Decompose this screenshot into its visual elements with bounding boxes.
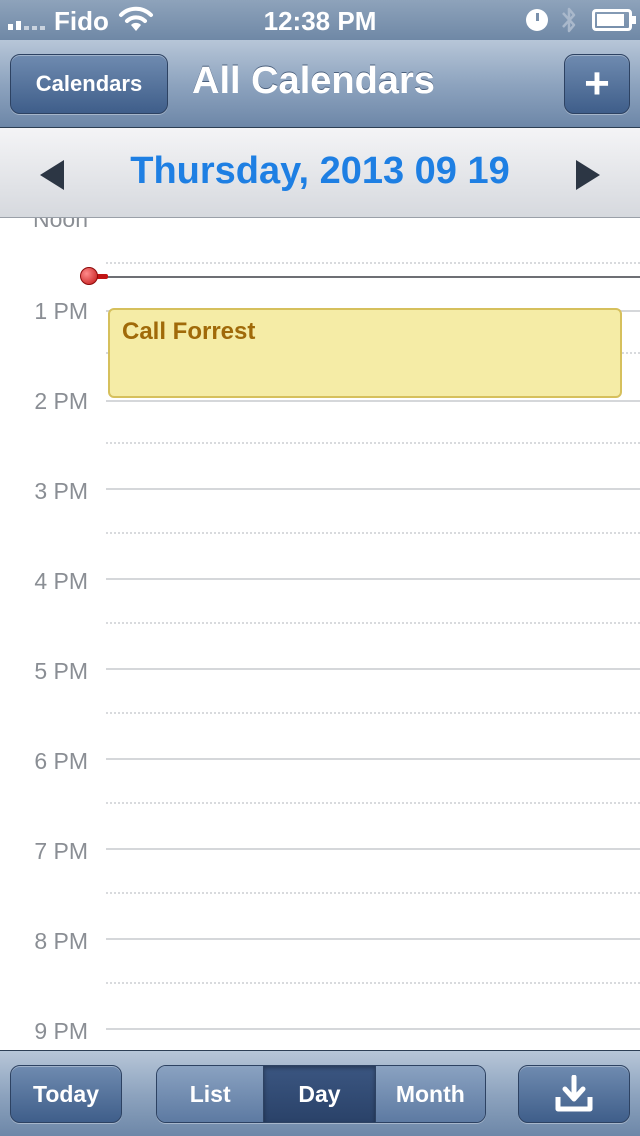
clock-icon bbox=[526, 9, 548, 31]
status-bar: Fido 12:38 PM bbox=[0, 0, 640, 40]
hour-label: 5 PM bbox=[34, 658, 88, 684]
hour-line bbox=[106, 578, 640, 580]
half-hour-line bbox=[106, 442, 640, 444]
hour-line bbox=[106, 1028, 640, 1030]
hour-label: Noon bbox=[33, 218, 88, 232]
view-day-tab[interactable]: Day bbox=[264, 1066, 376, 1122]
half-hour-line bbox=[106, 892, 640, 894]
event-title: Call Forrest bbox=[122, 318, 256, 345]
hour-line bbox=[106, 488, 640, 490]
half-hour-line bbox=[106, 712, 640, 714]
current-date: Thursday, 2013 09 19 bbox=[130, 150, 510, 192]
half-hour-line bbox=[106, 262, 640, 264]
hour-label: 3 PM bbox=[34, 478, 88, 504]
day-view[interactable]: Noon 1 PM 2 PM 3 PM 4 PM 5 PM 6 PM 7 PM … bbox=[0, 218, 640, 1050]
event-block[interactable]: Call Forrest bbox=[108, 308, 622, 398]
navigation-bar: Calendars All Calendars + bbox=[0, 40, 640, 128]
hour-label: 2 PM bbox=[34, 388, 88, 414]
hour-line bbox=[106, 758, 640, 760]
view-month-tab[interactable]: Month bbox=[375, 1066, 485, 1122]
half-hour-line bbox=[106, 622, 640, 624]
hour-line bbox=[106, 848, 640, 850]
view-switcher: List Day Month bbox=[156, 1065, 486, 1123]
download-icon bbox=[555, 1075, 593, 1112]
hour-line bbox=[106, 668, 640, 670]
hour-label: 6 PM bbox=[34, 748, 88, 774]
half-hour-line bbox=[106, 982, 640, 984]
view-list-tab[interactable]: List bbox=[157, 1066, 265, 1122]
current-time-line bbox=[92, 276, 640, 278]
date-navigator: Thursday, 2013 09 19 bbox=[0, 128, 640, 218]
add-event-button[interactable]: + bbox=[564, 54, 630, 114]
half-hour-line bbox=[106, 802, 640, 804]
download-button[interactable] bbox=[518, 1065, 630, 1123]
hour-line bbox=[106, 938, 640, 940]
hour-label: 7 PM bbox=[34, 838, 88, 864]
page-title: All Calendars bbox=[192, 60, 435, 102]
bluetooth-icon bbox=[562, 7, 576, 33]
current-time-dot bbox=[80, 267, 98, 285]
next-day-button[interactable] bbox=[576, 160, 600, 190]
today-button[interactable]: Today bbox=[10, 1065, 122, 1123]
battery-fill bbox=[597, 14, 624, 26]
calendars-button[interactable]: Calendars bbox=[10, 54, 168, 114]
bottom-toolbar: Today List Day Month bbox=[0, 1050, 640, 1136]
hour-line bbox=[106, 400, 640, 402]
hour-label: 8 PM bbox=[34, 928, 88, 954]
plus-icon: + bbox=[584, 59, 610, 108]
hour-label: 4 PM bbox=[34, 568, 88, 594]
hour-label: 9 PM bbox=[34, 1018, 88, 1044]
battery-icon bbox=[592, 9, 636, 31]
hour-label: 1 PM bbox=[34, 298, 88, 324]
half-hour-line bbox=[106, 532, 640, 534]
